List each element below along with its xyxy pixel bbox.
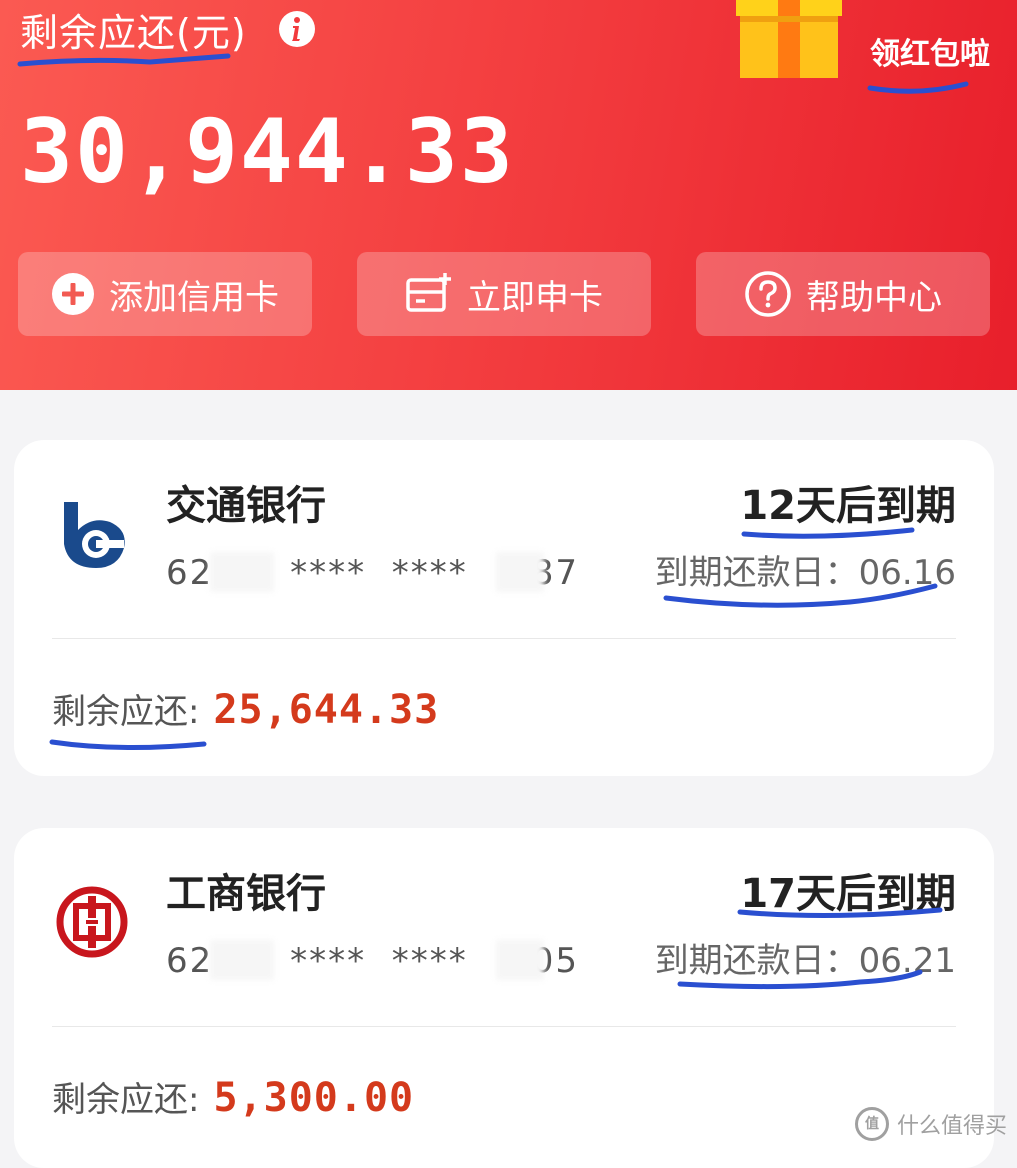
due-days: 17天后到期 [740, 871, 956, 917]
due-date: 到期还款日：06.21 [654, 941, 956, 981]
help-center-label: 帮助中心 [806, 277, 942, 318]
help-circle-icon [745, 271, 791, 317]
remaining-amount: 25,644.33 [213, 687, 440, 733]
watermark-text: 什么值得买 [896, 1114, 1007, 1139]
info-icon[interactable] [278, 10, 316, 48]
apply-card-label: 立即申卡 [467, 277, 603, 318]
credit-card-item[interactable]: 交通银行 62 **** **** 87 12天后到期 到期还款日：06.16 … [14, 440, 994, 776]
help-center-button[interactable]: 帮助中心 [696, 252, 990, 336]
icbc-logo-icon [56, 886, 128, 958]
new-card-icon [406, 273, 451, 312]
divider [52, 1026, 956, 1027]
redaction-blur [496, 552, 544, 592]
remaining-label: 剩余应还: [52, 1080, 200, 1120]
remaining-row: 剩余应还: 25,644.33 [52, 684, 439, 733]
due-days: 12天后到期 [740, 483, 956, 529]
gift-icon[interactable] [730, 0, 848, 80]
add-credit-card-button[interactable]: 添加信用卡 [18, 252, 312, 336]
due-date: 到期还款日：06.16 [654, 553, 956, 593]
redaction-blur [496, 940, 544, 980]
total-remaining-amount: 30,944.33 [20, 100, 515, 203]
bank-name: 工商银行 [166, 871, 326, 917]
plus-circle-icon [52, 273, 94, 315]
redaction-blur [210, 940, 274, 980]
remain-label: 剩余应还(元) [20, 11, 247, 55]
divider [52, 638, 956, 639]
watermark: 值 什么值得买 [854, 1107, 1007, 1141]
watermark-logo-icon: 值 [854, 1107, 889, 1141]
remaining-row: 剩余应还: 5,300.00 [52, 1072, 414, 1121]
credit-card-item[interactable]: 工商银行 62 **** **** 05 17天后到期 到期还款日：06.21 … [14, 828, 994, 1168]
redpacket-link[interactable]: 领红包啦 [870, 36, 990, 74]
apply-card-button[interactable]: 立即申卡 [357, 252, 651, 336]
redaction-blur [210, 552, 274, 592]
remaining-amount: 5,300.00 [213, 1075, 415, 1121]
add-credit-card-label: 添加信用卡 [109, 277, 279, 318]
bocom-logo-icon [64, 502, 125, 568]
remaining-label: 剩余应还: [52, 692, 200, 732]
bank-name: 交通银行 [166, 483, 326, 529]
summary-header: 剩余应还(元) 30,944.33 领红包啦 添加信用卡 立即申卡 帮助中心 [0, 0, 1017, 390]
